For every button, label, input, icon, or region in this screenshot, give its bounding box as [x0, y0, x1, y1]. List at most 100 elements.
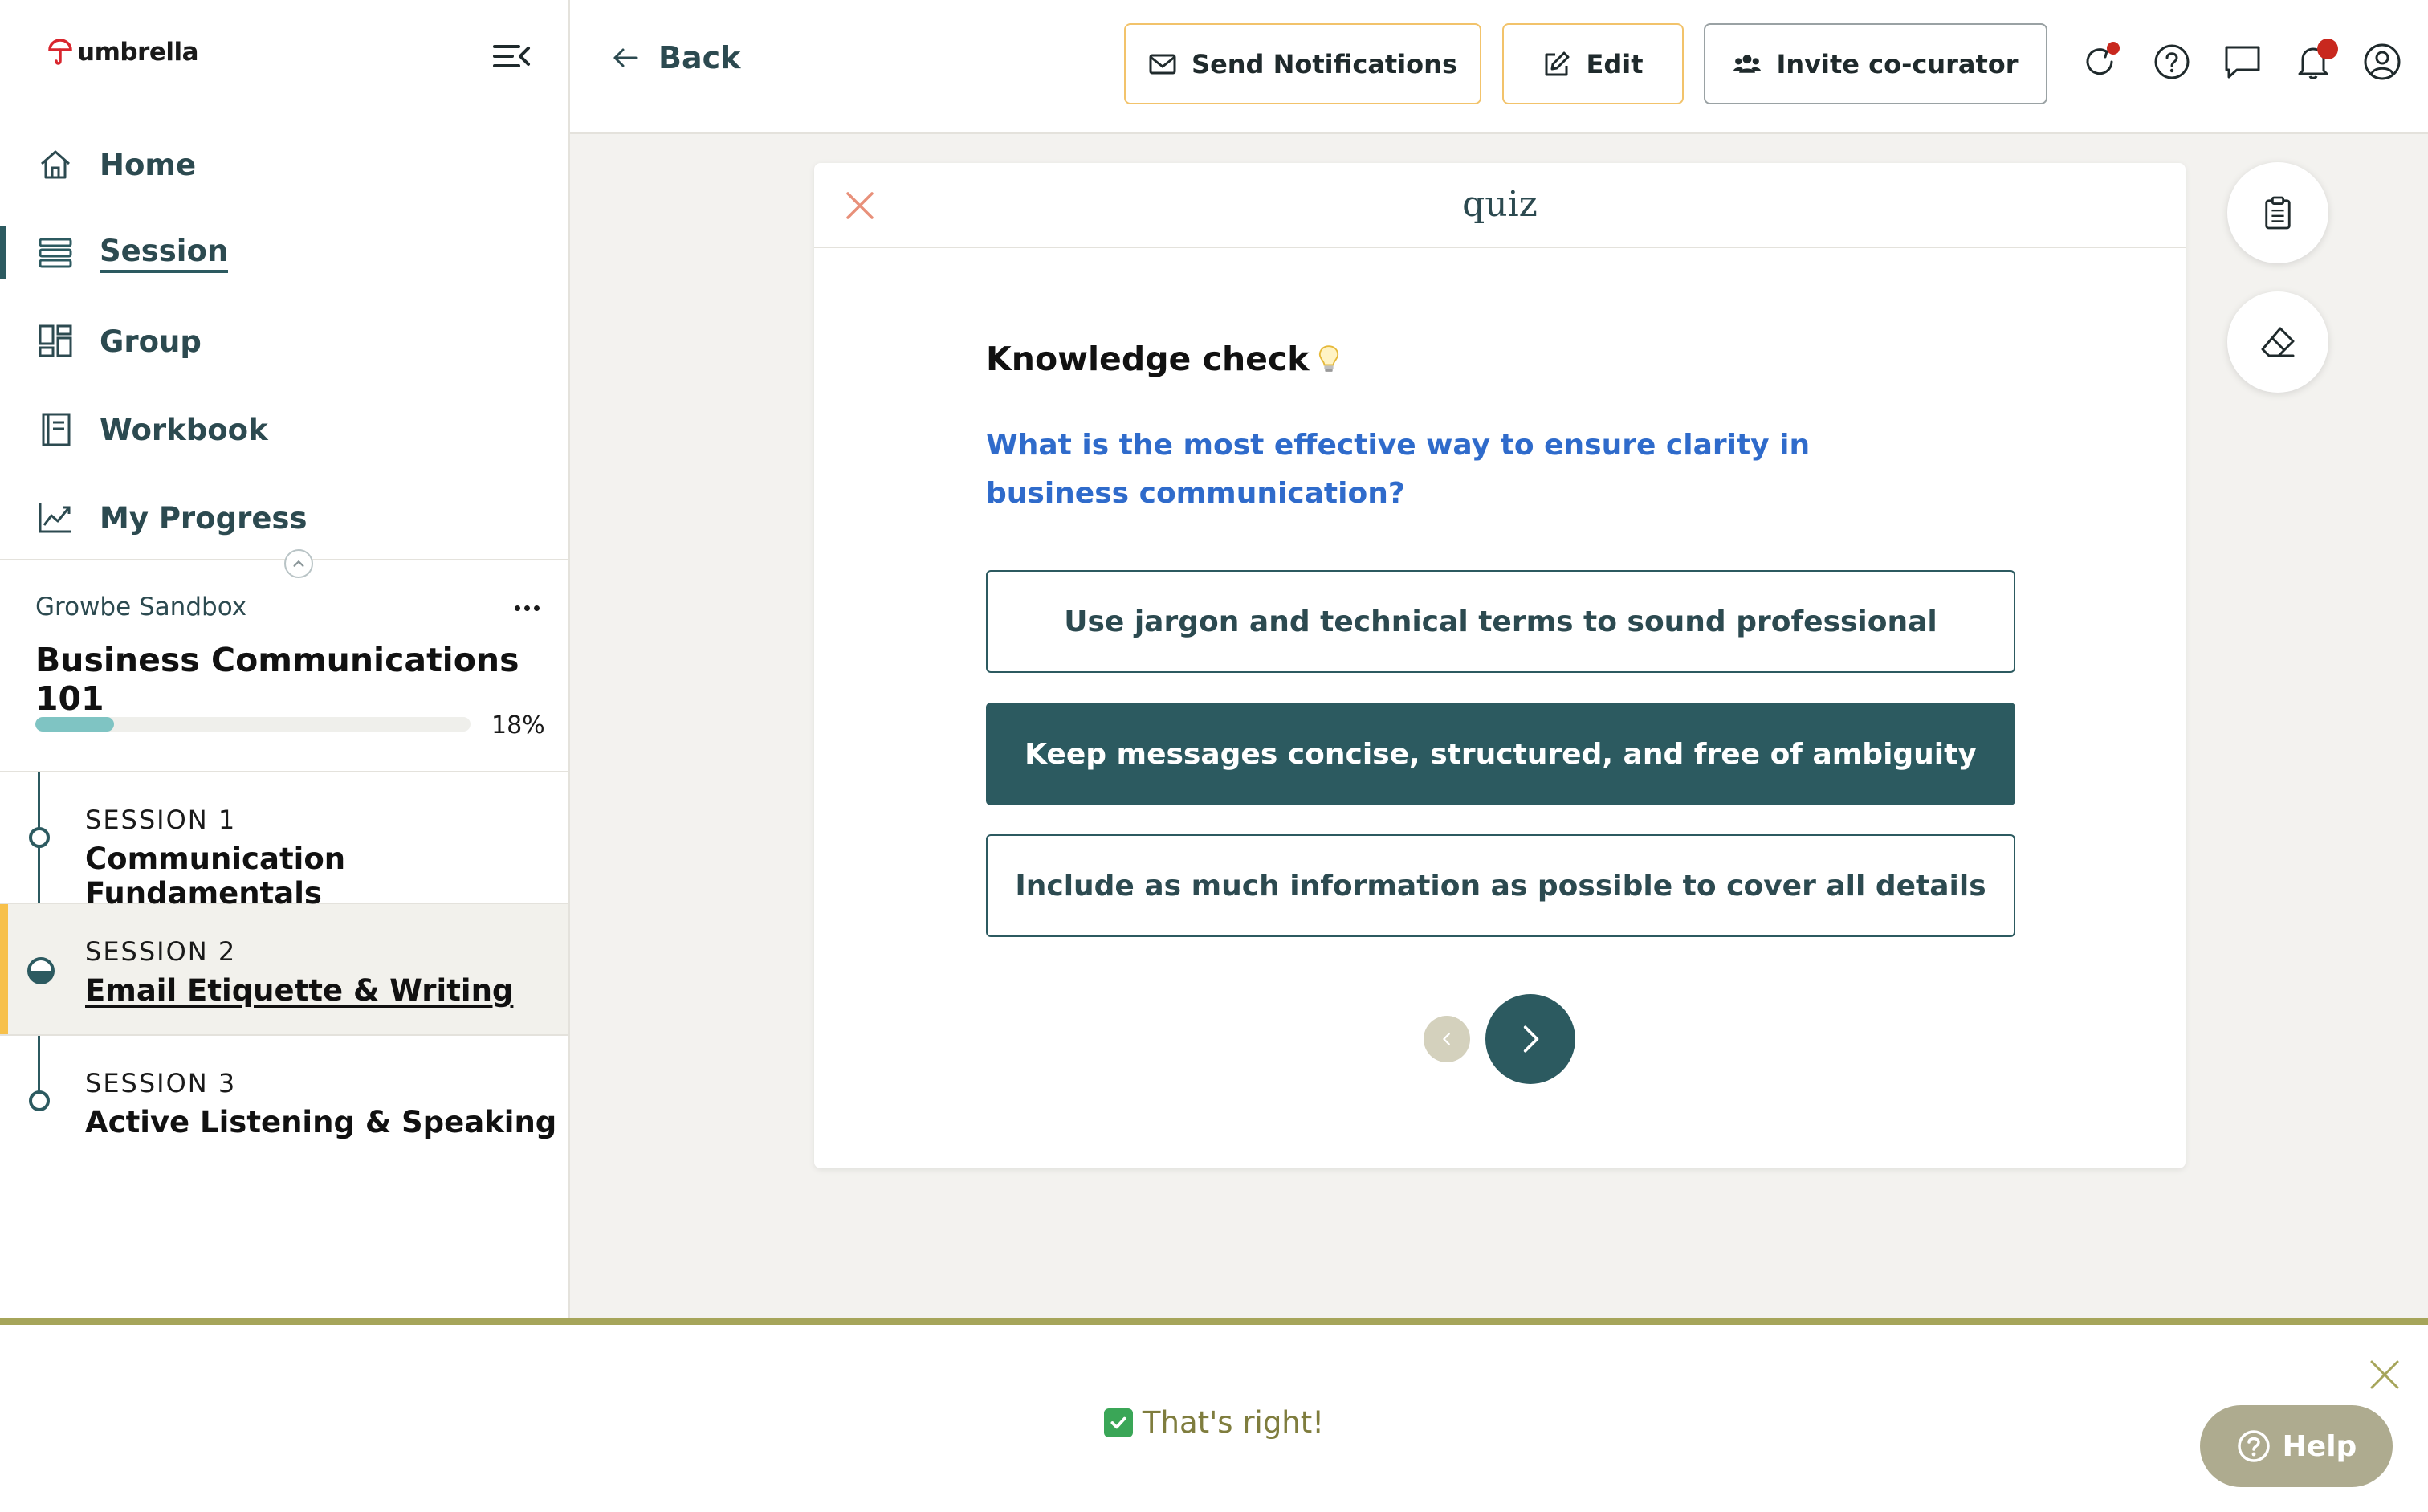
logo-text: umbrella	[77, 38, 199, 67]
umbrella-logo-icon	[48, 39, 72, 65]
eraser-button[interactable]	[2227, 291, 2328, 393]
dot	[514, 605, 520, 611]
eraser-icon	[2261, 327, 2295, 357]
sidebar-nav: Home Session Group Workbook My Progress	[0, 120, 568, 562]
arrow-left-icon	[613, 48, 638, 67]
session-number: SESSION 3	[85, 1068, 237, 1098]
user-icon	[2364, 43, 2401, 80]
quiz-title: quiz	[1462, 184, 1538, 225]
logo[interactable]: umbrella	[47, 37, 199, 67]
edit-button[interactable]: Edit	[1502, 23, 1684, 104]
quiz-question: What is the most effective way to ensure…	[986, 429, 1811, 510]
clipboard-icon	[2265, 196, 2291, 230]
knowledge-check-heading: Knowledge check	[986, 340, 1340, 378]
feedback-message: That's right!	[0, 1405, 2428, 1440]
back-button[interactable]: Back	[610, 40, 740, 75]
send-notifications-label: Send Notifications	[1192, 48, 1457, 79]
close-icon	[2370, 1360, 2399, 1389]
profile-button[interactable]	[2362, 42, 2402, 82]
refresh-button[interactable]	[2080, 42, 2120, 82]
session-list: SESSION 1 Communication Fundamentals SES…	[0, 772, 568, 1168]
session-item-1[interactable]: SESSION 1 Communication Fundamentals	[0, 772, 568, 911]
help-circle-icon	[2154, 44, 2190, 79]
mail-icon	[1149, 54, 1176, 74]
session-dot	[29, 827, 50, 848]
home-icon	[41, 150, 70, 179]
checkmark-icon	[1110, 1416, 1126, 1428]
heading-text: Knowledge check	[986, 340, 1310, 378]
session-list-icon	[39, 238, 72, 268]
previous-question-button[interactable]	[1424, 1016, 1470, 1062]
answer-option-3[interactable]: Include as much information as possible …	[986, 834, 2015, 937]
chevron-up-icon	[293, 560, 304, 567]
course-more-button[interactable]	[512, 596, 541, 620]
group-icon	[39, 324, 72, 357]
sidebar-item-label: Workbook	[100, 412, 268, 447]
notification-badge	[2107, 42, 2120, 55]
feedback-text: That's right!	[1142, 1405, 1325, 1440]
clipboard-button[interactable]	[2227, 162, 2328, 263]
session-title: Communication Fundamentals	[85, 842, 346, 911]
menu-collapse-icon	[493, 45, 530, 67]
collapse-menu-button[interactable]	[491, 40, 532, 72]
chat-button[interactable]	[2222, 42, 2263, 82]
progress-fill	[35, 717, 114, 732]
quiz-card: quiz Knowledge check What is the most ef…	[814, 163, 2186, 1168]
notifications-button[interactable]	[2293, 39, 2338, 82]
invite-label: Invite co-curator	[1776, 48, 2019, 79]
collapse-nav-button[interactable]	[284, 549, 313, 578]
feedback-banner: That's right!	[0, 1318, 2428, 1512]
course-title: Business Communications 101	[35, 641, 519, 718]
session-dot	[29, 1090, 50, 1111]
quiz-header: quiz	[814, 163, 2186, 248]
workbook-icon	[42, 413, 71, 446]
help-label: Help	[2282, 1429, 2357, 1463]
chat-icon	[2225, 46, 2260, 79]
session-title: Active Listening & Speaking	[85, 1105, 557, 1139]
session-item-3[interactable]: SESSION 3 Active Listening & Speaking	[0, 1036, 568, 1168]
dot	[533, 605, 540, 611]
invite-co-curator-button[interactable]: Invite co-curator	[1704, 23, 2047, 104]
active-indicator	[0, 226, 6, 279]
session-number: SESSION 1	[85, 805, 237, 835]
session-item-2[interactable]: SESSION 2 Email Etiquette & Writing	[0, 904, 568, 1036]
sidebar-item-label: Group	[100, 324, 202, 359]
answer-label: Include as much information as possible …	[1015, 869, 1986, 903]
sidebar-item-label: Home	[100, 147, 197, 182]
next-question-button[interactable]	[1485, 994, 1575, 1084]
help-circle-icon	[2237, 1430, 2270, 1462]
answer-option-1[interactable]: Use jargon and technical terms to sound …	[986, 570, 2015, 673]
session-dot	[27, 957, 55, 984]
sidebar-item-label: My Progress	[100, 500, 308, 536]
answer-option-2[interactable]: Keep messages concise, structured, and f…	[986, 703, 2015, 805]
progress-chart-icon	[39, 503, 71, 533]
users-icon	[1733, 54, 1762, 73]
help-widget-button[interactable]: Help	[2200, 1405, 2393, 1487]
answer-label: Keep messages concise, structured, and f…	[1025, 737, 1977, 771]
chevron-left-icon	[1443, 1033, 1450, 1045]
progress-percent: 18%	[491, 711, 545, 740]
sidebar-item-home[interactable]: Home	[0, 120, 568, 209]
back-label: Back	[658, 40, 741, 75]
feedback-close-button[interactable]	[2367, 1357, 2402, 1392]
session-number: SESSION 2	[85, 936, 237, 967]
course-progress-bar	[35, 717, 471, 732]
sidebar-item-group[interactable]: Group	[0, 297, 568, 385]
sidebar-item-my-progress[interactable]: My Progress	[0, 474, 568, 562]
sidebar-item-label: Session	[100, 234, 229, 273]
lightbulb-icon	[1318, 345, 1338, 372]
chevron-right-icon	[1523, 1025, 1539, 1053]
help-button[interactable]	[2152, 42, 2192, 82]
notification-badge	[2317, 39, 2338, 59]
sidebar-item-workbook[interactable]: Workbook	[0, 385, 568, 474]
top-bar: Back Send Notifications Edit Invite co-c…	[570, 0, 2428, 134]
check-box-icon	[1103, 1408, 1133, 1437]
session-title: Email Etiquette & Writing	[85, 973, 514, 1008]
edit-icon	[1545, 51, 1570, 75]
answer-label: Use jargon and technical terms to sound …	[1064, 605, 1937, 638]
send-notifications-button[interactable]: Send Notifications	[1124, 23, 1481, 104]
dot	[523, 605, 530, 611]
org-name: Growbe Sandbox	[35, 593, 247, 622]
sidebar-item-session[interactable]: Session	[0, 209, 568, 297]
edit-label: Edit	[1586, 48, 1644, 79]
